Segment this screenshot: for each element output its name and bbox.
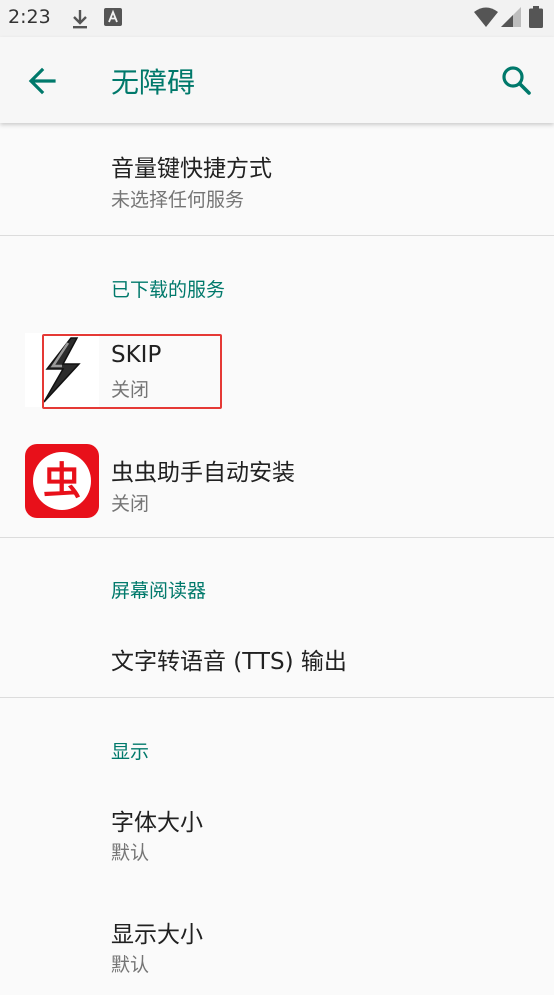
divider: [0, 537, 554, 538]
tts-output-title: 文字转语音 (TTS) 输出: [111, 649, 347, 675]
volume-shortcut-summary: 未选择任何服务: [111, 189, 245, 211]
chongchong-icon: 虫: [25, 444, 99, 518]
volume-shortcut-title: 音量键快捷方式: [111, 156, 272, 182]
chongchong-icon-glyph: 虫: [33, 452, 91, 510]
battery-icon: [529, 6, 543, 32]
service-item-chongchong[interactable]: 虫 虫虫助手自动安装 关闭: [0, 431, 554, 531]
keyboard-a-icon: [104, 8, 122, 30]
downloaded-services-header: 已下载的服务: [111, 279, 226, 301]
signal-icon: [501, 7, 521, 31]
volume-shortcut-item[interactable]: 音量键快捷方式 未选择任何服务: [0, 133, 554, 233]
font-size-item[interactable]: 字体大小 默认: [0, 783, 554, 883]
status-bar: 2:23: [0, 0, 554, 37]
status-time: 2:23: [8, 6, 51, 28]
display-size-title: 显示大小: [111, 922, 203, 948]
screen-reader-header: 屏幕阅读器: [111, 580, 207, 602]
font-size-summary: 默认: [111, 842, 150, 864]
display-size-item[interactable]: 显示大小 默认: [0, 895, 554, 995]
display-size-summary: 默认: [111, 954, 150, 976]
wifi-icon: [474, 7, 498, 31]
chongchong-title: 虫虫助手自动安装: [111, 460, 295, 486]
highlight-box: [42, 334, 222, 409]
page-title: 无障碍: [111, 66, 196, 99]
divider: [0, 235, 554, 236]
tts-output-item[interactable]: 文字转语音 (TTS) 输出: [0, 618, 554, 698]
divider: [0, 697, 554, 698]
back-arrow-icon[interactable]: [24, 61, 64, 101]
chongchong-summary: 关闭: [111, 493, 150, 515]
display-header: 显示: [111, 741, 150, 763]
font-size-title: 字体大小: [111, 810, 203, 836]
download-icon: [70, 8, 90, 34]
app-bar: 无障碍: [0, 37, 554, 123]
search-icon[interactable]: [497, 61, 537, 101]
